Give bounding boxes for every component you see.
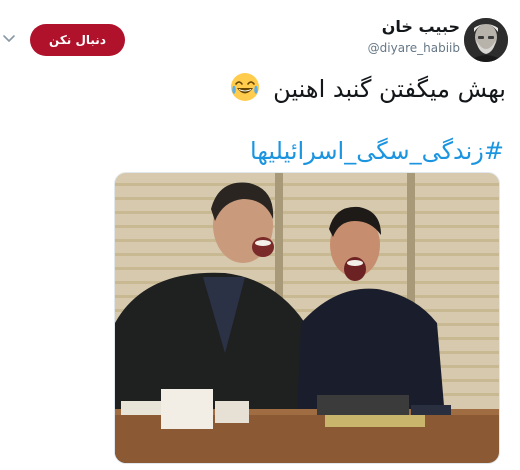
author-display-name[interactable]: حبیب خان bbox=[368, 16, 460, 38]
tweet-body: بهش میگفتن گنبد اهنین bbox=[273, 75, 506, 103]
chevron-down-icon[interactable] bbox=[0, 30, 18, 48]
avatar[interactable] bbox=[464, 18, 508, 62]
laughing-emoji-icon bbox=[230, 72, 260, 102]
hashtag-link[interactable]: #زندگی_سگی_اسرائیلیها bbox=[24, 132, 504, 170]
tweet-text: بهش میگفتن گنبد اهنین bbox=[26, 70, 506, 108]
tweet-card: دنبال نکن حبیب خان @diyare_habiib بهش می… bbox=[0, 0, 520, 470]
tweet-photo[interactable] bbox=[114, 172, 500, 464]
author-handle[interactable]: @diyare_habiib bbox=[368, 40, 460, 56]
author-info: حبیب خان @diyare_habiib bbox=[368, 16, 460, 56]
unfollow-button[interactable]: دنبال نکن bbox=[30, 24, 125, 56]
